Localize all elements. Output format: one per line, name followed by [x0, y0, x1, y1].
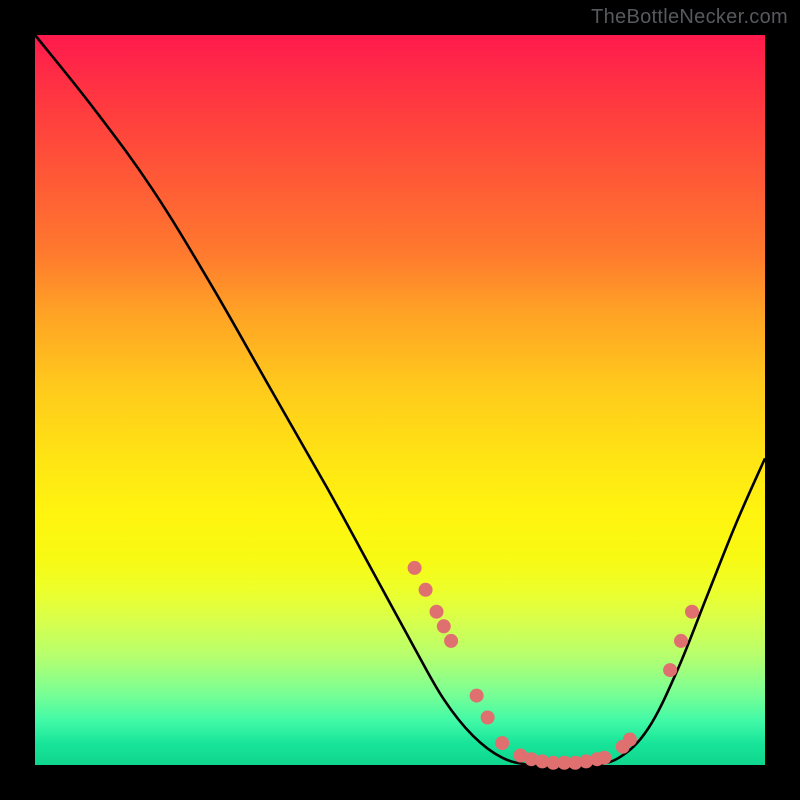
- bottleneck-curve-svg: [35, 35, 765, 765]
- chart-frame: TheBottleNecker.com: [0, 0, 800, 800]
- curve-marker: [419, 583, 433, 597]
- curve-marker: [495, 736, 509, 750]
- bottleneck-curve-path: [35, 35, 765, 766]
- curve-marker: [408, 561, 422, 575]
- curve-marker: [470, 689, 484, 703]
- curve-marker: [430, 605, 444, 619]
- curve-marker: [674, 634, 688, 648]
- curve-marker: [481, 711, 495, 725]
- curve-markers: [408, 561, 699, 770]
- curve-marker: [597, 751, 611, 765]
- curve-marker: [623, 733, 637, 747]
- curve-marker: [685, 605, 699, 619]
- curve-marker: [437, 619, 451, 633]
- curve-marker: [663, 663, 677, 677]
- watermark-label: TheBottleNecker.com: [591, 6, 788, 29]
- curve-marker: [444, 634, 458, 648]
- plot-area: [35, 35, 765, 765]
